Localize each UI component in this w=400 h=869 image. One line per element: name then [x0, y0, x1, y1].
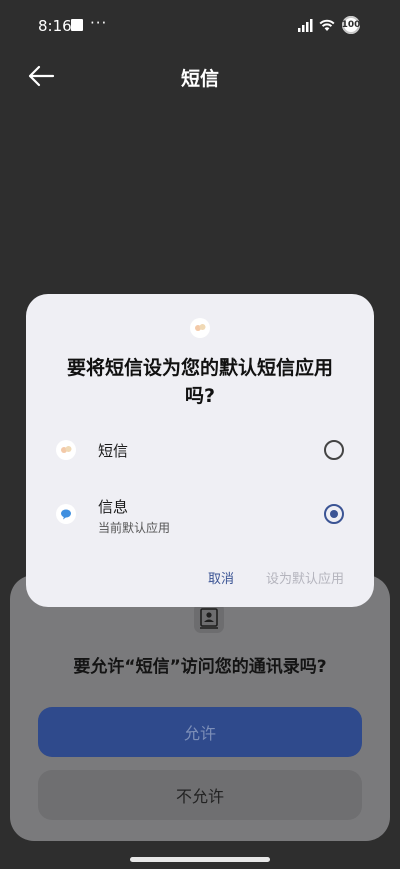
allow-button[interactable]: 允许 — [38, 707, 362, 757]
option-label: 信息 — [98, 498, 129, 516]
set-default-button[interactable]: 设为默认应用 — [266, 568, 344, 587]
home-indicator[interactable] — [130, 857, 270, 862]
default-app-dialog: 要将短信设为您的默认短信应用吗? 短信 信息 当前默认应用 取消 设为默认应用 — [26, 294, 374, 607]
sms-app-icon — [190, 318, 210, 338]
page-title: 短信 — [180, 68, 219, 90]
wifi-icon — [319, 19, 335, 31]
permission-question: 要允许“短信”访问您的通讯录吗? — [73, 657, 327, 677]
radio-unchecked[interactable] — [324, 440, 344, 460]
cancel-button[interactable]: 取消 — [208, 568, 234, 587]
signal-icon — [298, 19, 313, 32]
option-label: 短信 — [98, 442, 129, 460]
status-bar: 8:16 ··· 100 — [0, 0, 400, 52]
status-time: 8:16 — [38, 17, 72, 35]
deny-button[interactable]: 不允许 — [38, 770, 362, 820]
option-messages[interactable]: 信息 当前默认应用 — [26, 486, 374, 542]
dialog-title: 要将短信设为您的默认短信应用吗? — [66, 357, 333, 407]
battery-icon: 100 — [342, 16, 360, 34]
option-sms[interactable]: 短信 — [26, 422, 374, 478]
app-header: 短信 — [0, 52, 400, 102]
messages-app-icon — [56, 504, 76, 524]
radio-checked[interactable] — [324, 504, 344, 524]
sms-app-icon — [56, 440, 76, 460]
contacts-icon — [194, 603, 224, 633]
notification-square-icon — [71, 19, 83, 31]
option-sublabel: 当前默认应用 — [98, 521, 171, 535]
permission-sheet: 要允许“短信”访问您的通讯录吗? 允许 不允许 — [10, 575, 390, 841]
more-notifications-icon: ··· — [90, 14, 108, 32]
